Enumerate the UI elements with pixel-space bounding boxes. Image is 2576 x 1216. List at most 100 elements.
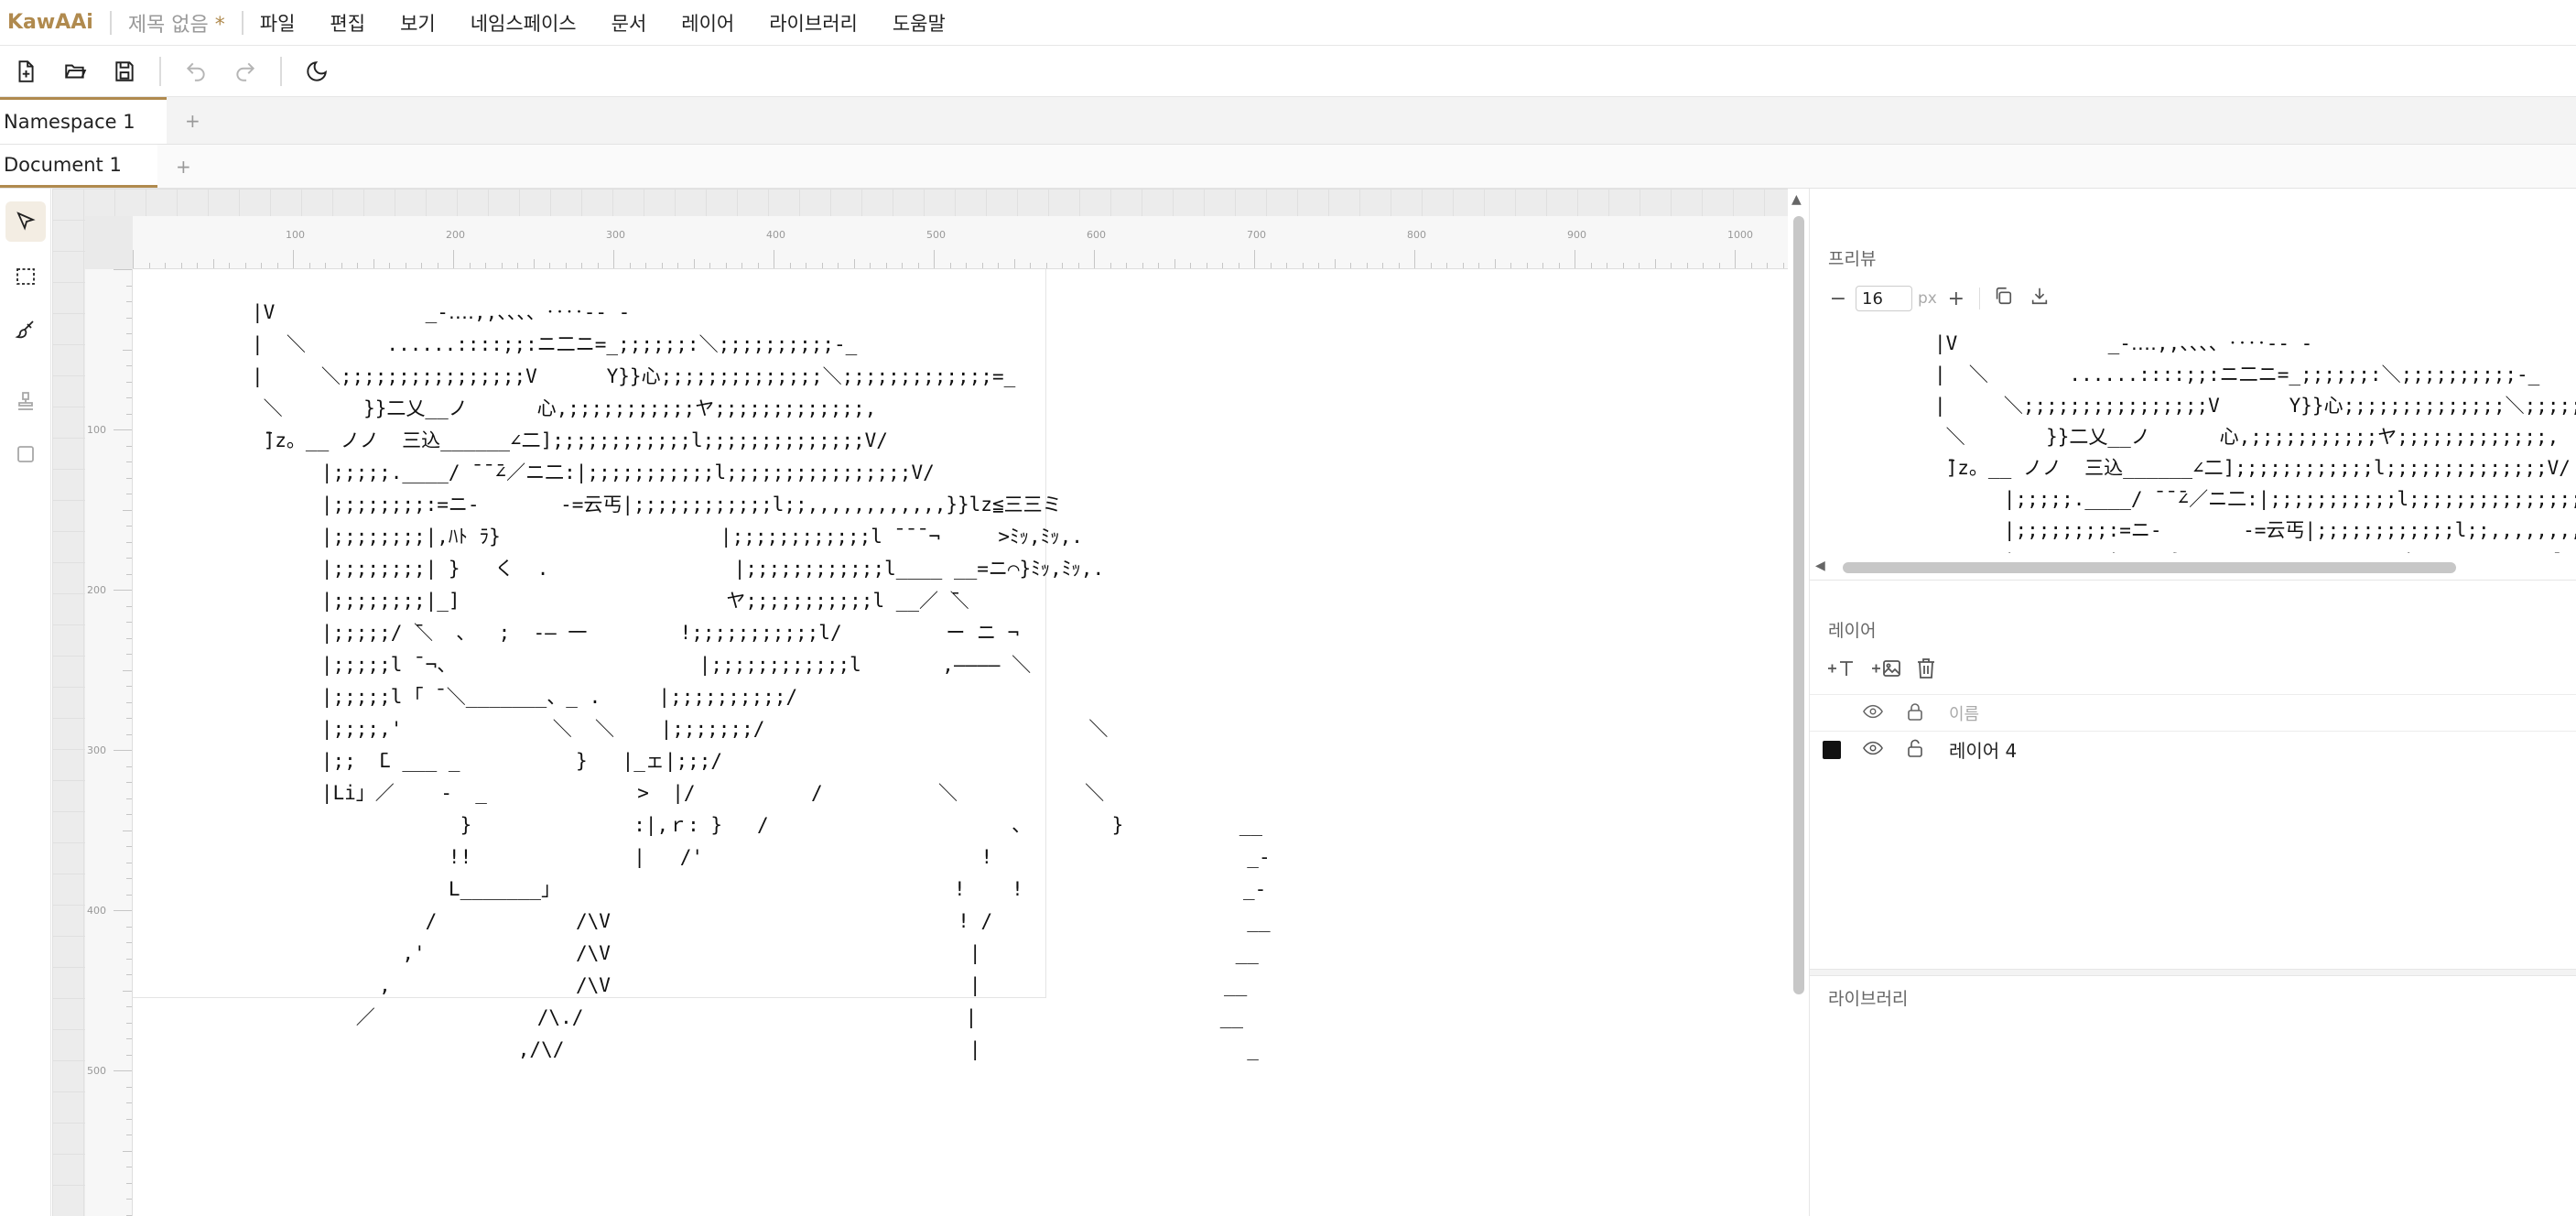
ruler-tick — [1158, 263, 1159, 268]
ruler-tick — [126, 718, 132, 719]
ruler-tick — [126, 1199, 132, 1200]
panel-resize-handle[interactable] — [1810, 969, 2576, 976]
theme-toggle-button[interactable] — [298, 53, 335, 90]
marquee-tool-button[interactable] — [5, 256, 46, 297]
ruler-tick — [114, 1070, 132, 1071]
ruler-tick — [1654, 259, 1656, 268]
ruler-tick — [885, 263, 887, 268]
brush-icon — [15, 320, 34, 339]
brush-tool-button[interactable] — [5, 309, 46, 350]
ruler-tick — [661, 263, 663, 268]
shape-tool-button[interactable] — [5, 434, 46, 474]
ruler-tick — [126, 1006, 132, 1007]
tab-namespace-1[interactable]: Namespace 1 — [0, 97, 167, 144]
right-panel: 프리뷰 − px + |V _-‥‥,,、、、、‥‥-- - | ＼ .....… — [1809, 189, 2576, 1216]
ruler-tick — [549, 263, 550, 268]
layer-lock-toggle[interactable] — [1907, 739, 1923, 761]
menu-view[interactable]: 보기 — [400, 9, 436, 37]
layer-row[interactable]: 레이어 4 — [1810, 731, 2576, 767]
ascii-art-content[interactable]: |V _-‥‥,,、、、、‥‥-- - | ＼ ......::::;;:ニ二ニ… — [252, 297, 1271, 1066]
ruler-tick — [485, 263, 486, 268]
ruler-tick — [114, 750, 132, 751]
menu-layer[interactable]: 레이어 — [681, 9, 734, 37]
layers-title: 레이어 — [1828, 621, 1877, 641]
copy-button[interactable] — [1991, 286, 2015, 311]
ruler-tick — [709, 263, 710, 268]
ruler-tick — [123, 509, 132, 511]
divider — [109, 10, 112, 35]
undo-button[interactable] — [178, 53, 214, 90]
select-tool-button[interactable] — [5, 201, 46, 242]
layer-color-swatch[interactable] — [1823, 740, 1841, 759]
eye-icon — [1863, 741, 1883, 755]
layer-visibility-toggle[interactable] — [1863, 741, 1883, 759]
ruler-tick — [126, 301, 132, 302]
ruler-tick — [565, 263, 567, 268]
ruler-tick — [1542, 263, 1543, 268]
download-button[interactable] — [2028, 286, 2051, 311]
canvas-vertical-scrollbar[interactable]: ▲ — [1788, 189, 1808, 1216]
ruler-tick — [126, 1182, 132, 1184]
layer-name[interactable]: 레이어 4 — [1949, 736, 2017, 763]
document-title-text: 제목 없음 — [127, 13, 209, 37]
ruler-tick — [934, 250, 935, 268]
layer-toolbar — [1826, 657, 1949, 679]
ruler-tick — [165, 263, 166, 268]
ruler-tick — [517, 263, 518, 268]
ruler-tick — [1686, 263, 1688, 268]
delete-layer-button[interactable] — [1916, 657, 1936, 679]
ruler-tick — [229, 263, 230, 268]
add-image-layer-button[interactable] — [1870, 657, 1903, 679]
ruler-tick — [133, 250, 134, 268]
ruler-tick — [1334, 259, 1336, 268]
redo-button[interactable] — [227, 53, 264, 90]
add-namespace-button[interactable]: + — [185, 97, 200, 144]
ruler-tick — [126, 958, 132, 960]
lock-icon — [1907, 702, 1923, 724]
ruler-tick — [126, 637, 132, 639]
open-button[interactable] — [57, 53, 93, 90]
ruler-tick — [902, 263, 903, 268]
add-text-layer-button[interactable] — [1826, 657, 1857, 679]
ruler-tick — [917, 263, 919, 268]
ruler-tick — [1318, 263, 1319, 268]
app-brand: KawAAi — [7, 11, 93, 34]
ruler-tick — [389, 263, 390, 268]
font-size-input[interactable] — [1856, 286, 1912, 311]
ruler-tick — [469, 263, 471, 268]
menu-document[interactable]: 문서 — [612, 9, 647, 37]
canvas-area[interactable]: 100 200 300 400 500 600 700 800 900 1000 100 200 30… — [52, 189, 1805, 1216]
ruler-tick — [114, 910, 132, 911]
ruler-tick — [1671, 263, 1672, 268]
zoom-in-button[interactable]: + — [1944, 288, 1968, 310]
ruler-tick — [114, 590, 132, 591]
stamp-tool-button[interactable] — [5, 381, 46, 421]
tab-document-1[interactable]: Document 1 — [0, 145, 157, 188]
add-document-button[interactable]: + — [176, 145, 191, 188]
scroll-up-arrow-icon[interactable]: ▲ — [1791, 192, 1802, 207]
menu-help[interactable]: 도움말 — [893, 9, 946, 37]
ruler-tick — [1735, 250, 1736, 268]
menu-library[interactable]: 라이브러리 — [769, 9, 858, 37]
scrollbar-thumb[interactable] — [1843, 562, 2456, 573]
ruler-tick — [1590, 263, 1592, 268]
document-page[interactable]: |V _-‥‥,,、、、、‥‥-- - | ＼ ......::::;;:ニ二ニ… — [133, 269, 1271, 1060]
menu-file[interactable]: 파일 — [260, 9, 296, 37]
save-button[interactable] — [106, 53, 143, 90]
menu-namespace[interactable]: 네임스페이스 — [471, 9, 577, 37]
menu-edit[interactable]: 편집 — [330, 9, 365, 37]
new-file-button[interactable] — [7, 53, 44, 90]
ruler-tick — [126, 814, 132, 815]
ruler-tick — [126, 461, 132, 462]
document-tab-bar: Document 1 + — [0, 145, 2576, 189]
ruler-tick — [212, 259, 214, 268]
ruler-tick — [1414, 250, 1415, 268]
ruler-tick — [1398, 263, 1400, 268]
preview-horizontal-scrollbar[interactable]: ◀ — [1810, 555, 2576, 581]
ruler-tick — [838, 263, 839, 268]
scrollbar-thumb[interactable] — [1793, 216, 1804, 994]
zoom-out-button[interactable]: − — [1826, 288, 1850, 310]
scroll-left-arrow-icon[interactable]: ◀ — [1815, 559, 1825, 573]
unlock-icon — [1908, 739, 1922, 757]
redo-icon — [236, 62, 255, 81]
